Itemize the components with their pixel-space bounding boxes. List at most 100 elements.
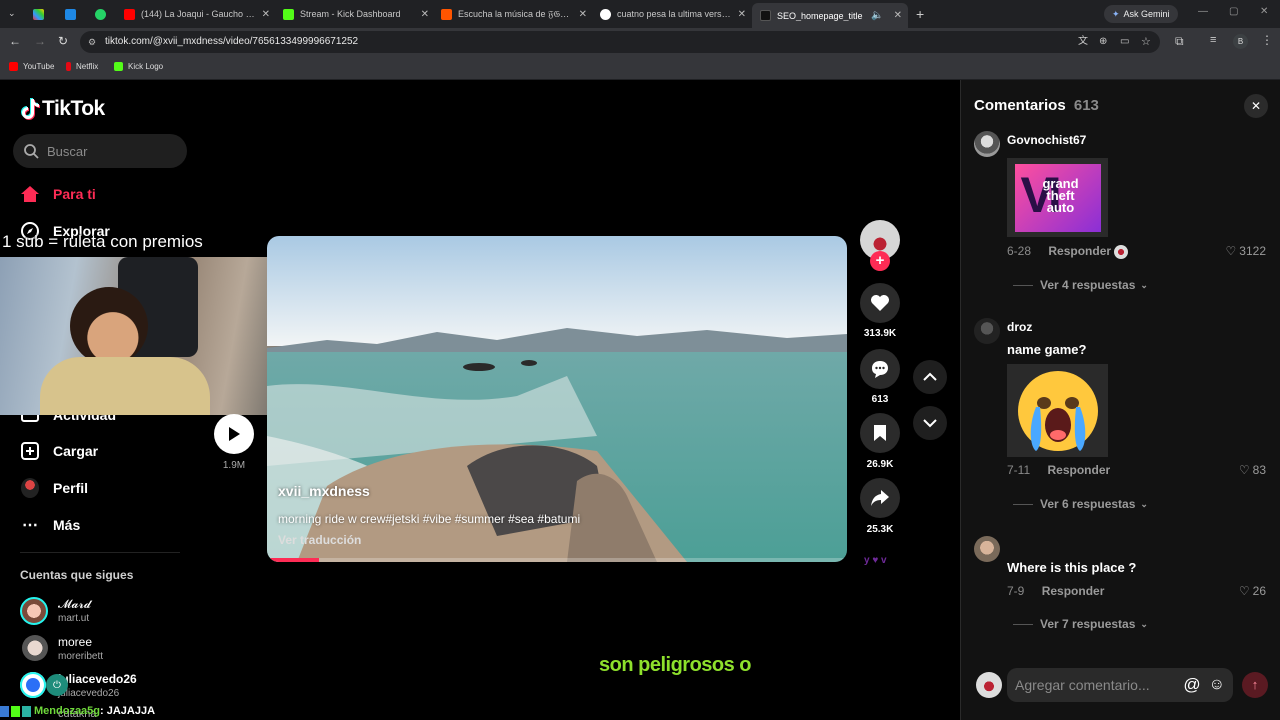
tab-title: Escucha la música de 𝔉𝔊ℜ ℭℜ <box>458 8 573 19</box>
comment-like-count: 83 <box>1252 463 1266 477</box>
tab-youtube[interactable]: (144) La Joaqui - Gaucho (Letra ✕ <box>124 4 270 24</box>
send-comment-button[interactable]: ↑ <box>1242 672 1268 698</box>
bookmark-youtube[interactable]: YouTube <box>9 62 54 71</box>
follow-plus-button[interactable]: + <box>870 251 890 271</box>
tab-tiktok-active[interactable]: SEO_homepage_title 🔈 ✕ <box>752 3 908 28</box>
reply-button[interactable]: Responder <box>1042 584 1105 598</box>
emoji-icon[interactable]: ☺ <box>1209 676 1225 694</box>
minimize-button[interactable]: — <box>1198 6 1208 17</box>
save-button[interactable] <box>860 413 900 453</box>
url-bar[interactable]: ⚙ tiktok.com/@xvii_mxdness/video/7656133… <box>80 31 1160 53</box>
search-input[interactable]: Buscar <box>13 134 187 168</box>
menu-kebab-icon[interactable]: ⋮ <box>1261 33 1273 47</box>
gta-vi-sticker: VI grand theft auto <box>1007 158 1108 237</box>
zoom-icon[interactable]: ⊕ <box>1099 31 1107 53</box>
mention-icon[interactable]: @ <box>1183 675 1200 695</box>
tab-pinned-1[interactable] <box>33 4 55 24</box>
translate-icon[interactable]: 文 <box>1078 31 1088 53</box>
profile-avatar[interactable]: B <box>1233 34 1248 49</box>
comment-date: 7-11 <box>1007 463 1031 477</box>
reply-button[interactable]: Responder <box>1047 463 1110 477</box>
share-arrow-icon <box>871 490 889 506</box>
avatar[interactable] <box>974 536 1000 562</box>
tab-pinned-3[interactable] <box>95 4 117 24</box>
bookmark-star-icon[interactable]: ☆ <box>1141 31 1151 53</box>
tab-close-icon[interactable]: ✕ <box>421 9 429 20</box>
translate-link[interactable]: Ver traducción <box>278 533 361 547</box>
nav-for-you[interactable]: Para ti <box>20 184 96 204</box>
nav-profile[interactable]: Perfil <box>20 478 88 498</box>
account-handle: moreribett <box>58 651 104 662</box>
nav-upload[interactable]: Cargar <box>20 441 98 461</box>
comments-heading: Comentarios 613 <box>974 97 1099 114</box>
bookmark-netflix[interactable]: Netflix <box>66 62 98 71</box>
stream-watermark: y ♥ v <box>864 555 887 566</box>
tiktok-wordmark: TikTok <box>42 97 105 120</box>
next-video-button[interactable] <box>913 406 947 440</box>
nav-more[interactable]: ⋯ Más <box>20 515 80 535</box>
ask-gemini-button[interactable]: ✦ Ask Gemini <box>1104 5 1178 23</box>
my-avatar[interactable] <box>976 672 1002 698</box>
view-replies-label: Ver 7 respuestas <box>1040 617 1136 631</box>
bookmark-kick[interactable]: Kick Logo <box>114 62 163 71</box>
avatar[interactable] <box>974 131 1000 157</box>
tab-google[interactable]: cuatno pesa la ultima version d ✕ <box>600 4 746 24</box>
browser-tab-bar: ⌄ (144) La Joaqui - Gaucho (Letra ✕ Stre… <box>0 0 1280 28</box>
forward-icon[interactable]: → <box>34 34 46 48</box>
close-comments-button[interactable]: ✕ <box>1244 94 1268 118</box>
tab-close-icon[interactable]: ✕ <box>738 9 746 20</box>
view-replies-button[interactable]: Ver 6 respuestas ⌄ <box>1013 497 1148 511</box>
stream-subtitle: son peligrosos o <box>599 654 752 676</box>
tab-close-icon[interactable]: ✕ <box>894 10 902 21</box>
maximize-button[interactable]: ▢ <box>1229 6 1238 17</box>
chevron-up-icon <box>923 372 937 381</box>
video-author[interactable]: xvii_mxdness <box>278 483 370 499</box>
nav-for-you-label: Para ti <box>53 186 96 202</box>
close-icon: ✕ <box>1250 99 1262 113</box>
comment-date: 7-9 <box>1007 584 1025 598</box>
site-info-icon[interactable]: ⚙ <box>88 31 96 53</box>
divider <box>20 552 180 553</box>
live-count: 1.9M <box>222 460 246 471</box>
comment-meta: 6-28 Responder <box>1007 244 1111 258</box>
comment-username[interactable]: droz <box>1007 320 1032 334</box>
previous-video-button[interactable] <box>913 360 947 394</box>
back-icon[interactable]: ← <box>9 34 21 48</box>
cast-icon[interactable]: ▭ <box>1120 31 1129 53</box>
comment-date: 6-28 <box>1007 244 1032 258</box>
view-replies-button[interactable]: Ver 4 respuestas ⌄ <box>1013 278 1148 292</box>
view-replies-button[interactable]: Ver 7 respuestas ⌄ <box>1013 617 1148 631</box>
speaker-icon[interactable]: 🔈 <box>871 10 883 21</box>
tab-title: Stream - Kick Dashboard <box>300 9 401 19</box>
reply-button[interactable]: Responder <box>1048 244 1111 258</box>
like-comment-button[interactable]: ♡ 83 <box>1239 463 1266 477</box>
live-play-button[interactable] <box>214 414 254 454</box>
extensions-icon[interactable]: ⧉ <box>1175 34 1184 49</box>
comment-button[interactable] <box>860 349 900 389</box>
tab-close-icon[interactable]: ✕ <box>262 9 270 20</box>
tiktok-logo[interactable]: TikTok <box>20 97 105 121</box>
chevron-down-icon: ⌄ <box>1140 279 1148 290</box>
tab-soundcloud[interactable]: Escucha la música de 𝔉𝔊ℜ ℭℜ ✕ <box>441 4 587 24</box>
comment-input[interactable]: Agregar comentario... @ ☺ <box>1007 668 1233 702</box>
tab-pinned-2[interactable] <box>65 4 87 24</box>
like-button[interactable] <box>860 283 900 323</box>
reload-icon[interactable]: ↻ <box>58 34 68 48</box>
tab-title: (144) La Joaqui - Gaucho (Letra <box>141 9 256 19</box>
tiktok-icon <box>760 10 771 21</box>
ask-gemini-label: Ask Gemini <box>1123 9 1170 19</box>
like-comment-button[interactable]: ♡ 26 <box>1239 584 1266 598</box>
comment-username[interactable]: Govnochist67 <box>1007 133 1086 147</box>
share-button[interactable] <box>860 478 900 518</box>
video-player[interactable]: xvii_mxdness morning ride w crew#jetski … <box>267 236 847 562</box>
video-progress-track[interactable] <box>267 558 847 562</box>
bookmark-label: Kick Logo <box>128 62 164 71</box>
tab-close-icon[interactable]: ✕ <box>579 9 587 20</box>
tab-search-icon[interactable]: ⌄ <box>8 8 20 20</box>
tab-kick[interactable]: Stream - Kick Dashboard ✕ <box>283 4 429 24</box>
close-window-button[interactable]: ✕ <box>1260 6 1268 17</box>
media-icon[interactable]: ≡ <box>1210 34 1216 46</box>
new-tab-button[interactable]: + <box>916 6 924 22</box>
like-comment-button[interactable]: ♡ 3122 <box>1226 244 1266 258</box>
avatar[interactable] <box>974 318 1000 344</box>
